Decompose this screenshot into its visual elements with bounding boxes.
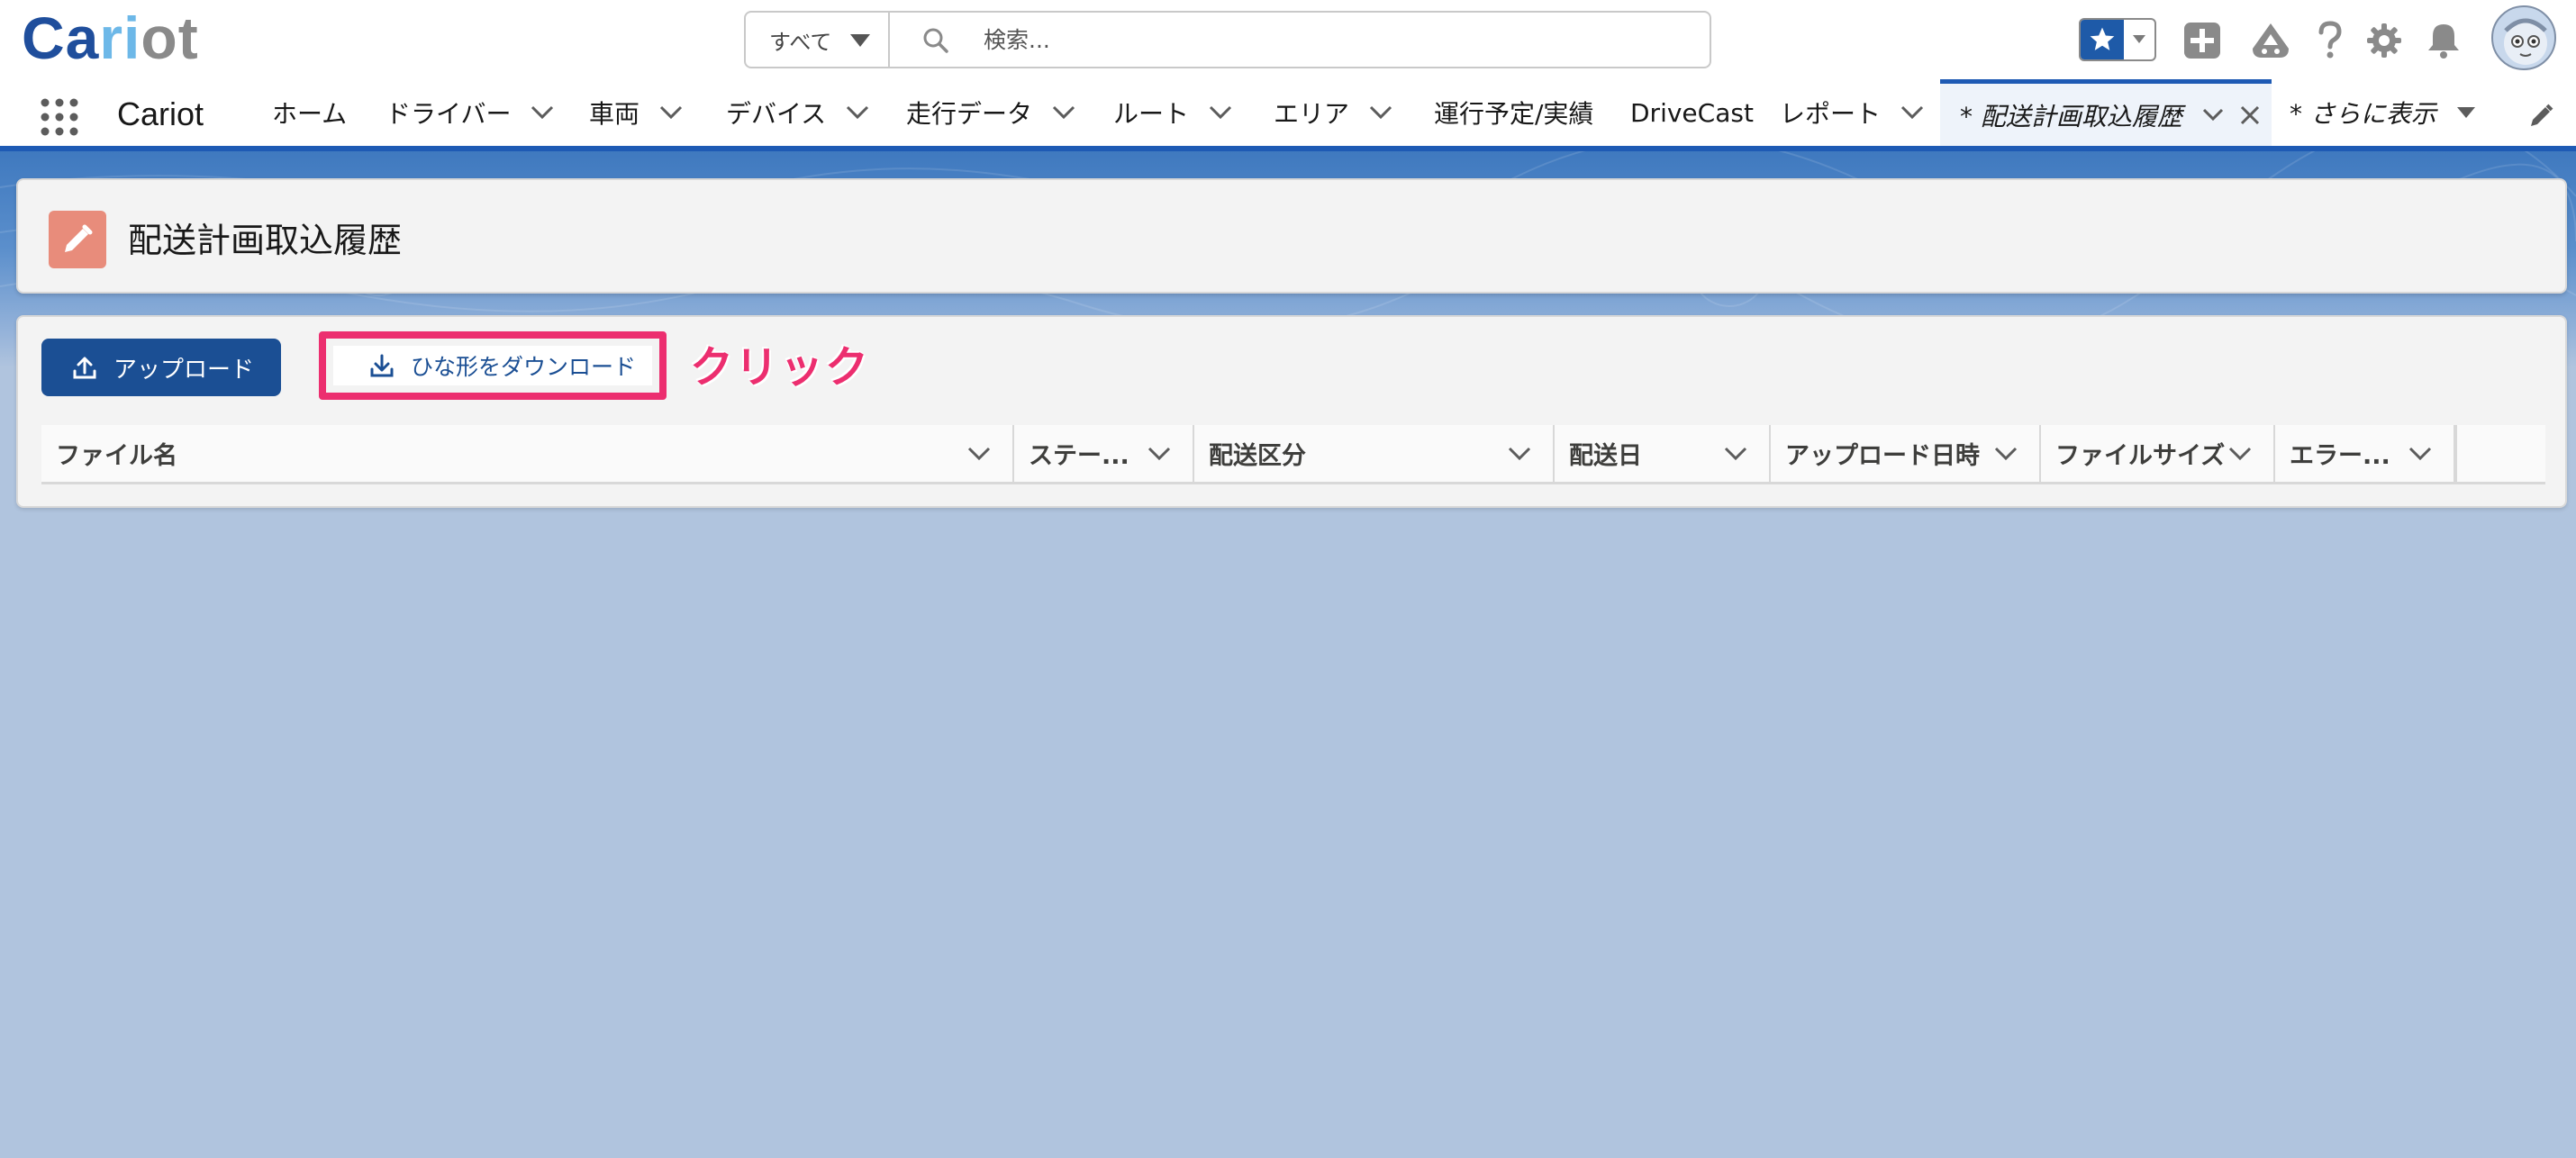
search-input[interactable] [890, 13, 1710, 67]
search-icon [922, 27, 949, 58]
chevron-down-icon[interactable] [1508, 447, 1531, 461]
chevron-down-icon[interactable] [967, 447, 991, 461]
pencil-icon [49, 211, 106, 268]
nav-item-label: DriveCast [1630, 97, 1754, 128]
click-annotation-label: クリック [690, 342, 871, 393]
nav-item-devices[interactable]: デバイス [726, 79, 869, 146]
global-search: すべて [744, 11, 1711, 68]
nav-more-menu[interactable]: * さらに表示 [2290, 79, 2476, 146]
chevron-down-icon[interactable] [2202, 108, 2224, 122]
close-icon[interactable] [2240, 105, 2260, 125]
chevron-down-icon[interactable] [531, 105, 554, 120]
nav-item-reports[interactable]: レポート [1780, 79, 1924, 146]
column-header-upload-datetime[interactable]: アップロード日時 [1771, 425, 2041, 482]
tab-delivery-import-history[interactable]: * 配送計画取込履歴 [1940, 79, 2272, 146]
nav-item-label: エリア [1274, 99, 1350, 129]
page-header: 配送計画取込履歴 [16, 178, 2567, 294]
nav-item-label: 車両 [589, 99, 640, 129]
import-history-card: アップロード ひな形をダウンロード クリック ファイル名 ステー... 配送区分… [16, 315, 2567, 508]
nav-item-areas[interactable]: エリア [1274, 79, 1392, 146]
nav-item-label: レポート [1780, 99, 1882, 129]
nav-more-label: * さらに表示 [2290, 99, 2436, 129]
chevron-down-icon[interactable] [2408, 447, 2432, 461]
nav-item-schedule[interactable]: 運行予定/実績 [1434, 79, 1593, 146]
download-template-label: ひな形をダウンロード [411, 354, 637, 380]
nav-item-drive-data[interactable]: 走行データ [906, 79, 1075, 146]
column-header-delivery-type[interactable]: 配送区分 [1194, 425, 1555, 482]
help-icon[interactable] [2309, 20, 2351, 61]
nav-item-home[interactable]: ホーム [272, 79, 347, 146]
nav-item-label: ドライバー [385, 99, 512, 129]
search-scope-select[interactable]: すべて [746, 13, 890, 67]
chevron-down-icon[interactable] [1209, 105, 1232, 120]
chevron-down-icon[interactable] [1900, 105, 1924, 120]
nav-item-drivecast[interactable]: DriveCast [1630, 79, 1754, 146]
chevron-down-icon [2124, 20, 2154, 59]
page-title: 配送計画取込履歴 [128, 221, 403, 260]
upload-icon [72, 355, 97, 380]
column-header-status[interactable]: ステー... [1014, 425, 1194, 482]
bell-icon[interactable] [2423, 20, 2464, 61]
chevron-down-icon[interactable] [1147, 447, 1171, 461]
app-nav-bar: Cariot ホーム ドライバー 車両 デバイス 走行データ ルート エリア 運… [0, 79, 2576, 151]
chevron-down-icon[interactable] [846, 105, 869, 120]
column-header-delivery-date[interactable]: 配送日 [1555, 425, 1771, 482]
download-template-button[interactable]: ひな形をダウンロード [333, 346, 652, 385]
table-header-row: ファイル名 ステー... 配送区分 配送日 アップロード日時 ファイルサイズ エ… [41, 425, 2545, 484]
search-field [890, 13, 1710, 67]
nav-item-label: ホーム [272, 99, 348, 129]
active-tab-label: * 配送計画取込履歴 [1960, 101, 2182, 131]
nav-item-routes[interactable]: ルート [1113, 79, 1232, 146]
chevron-down-icon[interactable] [1052, 105, 1075, 120]
column-header-label: エラー... [2290, 442, 2390, 470]
nav-item-drivers[interactable]: ドライバー [385, 79, 554, 146]
add-icon[interactable] [2181, 20, 2223, 61]
caret-down-icon [850, 34, 870, 47]
app-launcher-icon[interactable] [40, 97, 79, 137]
upload-button[interactable]: アップロード [41, 339, 281, 396]
caret-down-icon [2456, 106, 2476, 119]
nav-item-vehicles[interactable]: 車両 [589, 79, 683, 146]
app-name: Cariot [117, 95, 204, 132]
column-header-actions [2455, 425, 2545, 482]
logo-part: ot [141, 5, 199, 71]
global-header: Ca ri ot すべて [0, 0, 2576, 79]
logo-part: Ca [22, 5, 100, 71]
nav-item-label: デバイス [726, 99, 827, 129]
search-scope-label: すべて [769, 29, 832, 55]
column-header-label: アップロード日時 [1785, 442, 1980, 470]
download-icon [369, 353, 395, 378]
nav-item-label: 運行予定/実績 [1434, 99, 1594, 129]
column-header-label: ステー... [1029, 442, 1129, 470]
edit-nav-pencil-icon[interactable] [2527, 103, 2554, 133]
column-header-label: ファイル名 [56, 442, 177, 470]
chevron-down-icon[interactable] [659, 105, 683, 120]
nav-item-label: 走行データ [906, 99, 1033, 129]
column-header-label: 配送区分 [1209, 442, 1306, 470]
column-header-label: 配送日 [1569, 442, 1642, 470]
column-header-error[interactable]: エラー... [2275, 425, 2455, 482]
gear-icon[interactable] [2363, 20, 2405, 61]
column-header-file-size[interactable]: ファイルサイズ [2041, 425, 2275, 482]
column-header-label: ファイルサイズ [2055, 442, 2226, 470]
chevron-down-icon[interactable] [1369, 105, 1392, 120]
upload-button-label: アップロード [113, 356, 255, 384]
favorites-button[interactable] [2079, 18, 2156, 61]
user-avatar[interactable] [2491, 5, 2556, 70]
column-header-file-name[interactable]: ファイル名 [41, 425, 1014, 482]
chevron-down-icon[interactable] [2228, 447, 2252, 461]
chevron-down-icon[interactable] [1994, 447, 2018, 461]
logo-part: ri [99, 5, 141, 71]
chevron-down-icon[interactable] [1724, 447, 1747, 461]
cariot-logo[interactable]: Ca ri ot [22, 5, 199, 71]
star-icon [2081, 20, 2124, 59]
trailhead-icon[interactable] [2250, 20, 2291, 61]
nav-item-label: ルート [1113, 99, 1190, 129]
